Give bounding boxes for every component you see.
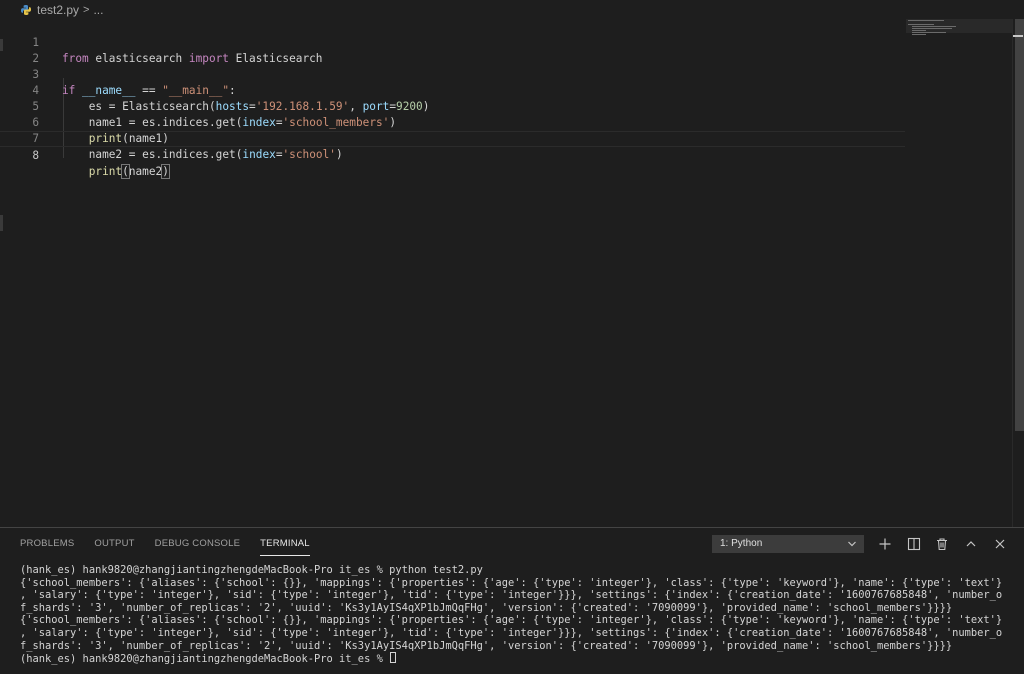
chevron-up-icon <box>966 541 976 547</box>
terminal-cursor <box>390 652 397 664</box>
tab-output[interactable]: OUTPUT <box>94 528 134 560</box>
token: . <box>208 148 216 161</box>
minimap-line <box>908 24 934 25</box>
vertical-scrollbar[interactable] <box>1012 19 1024 527</box>
folding-marker <box>0 215 3 231</box>
terminal-line: {'school_members': {'aliases': {'school'… <box>20 576 1003 589</box>
close-icon <box>995 539 1005 549</box>
minimap[interactable] <box>906 19 1012 527</box>
split-terminal-button[interactable] <box>904 534 924 554</box>
close-panel-button[interactable] <box>990 534 1010 554</box>
breadcrumb-file[interactable]: test2.py <box>37 3 79 17</box>
code-editor[interactable]: 1 from elasticsearch import Elasticsearc… <box>0 19 1024 527</box>
python-file-icon <box>21 5 31 15</box>
text-cursor <box>168 165 170 179</box>
token: = <box>275 148 283 161</box>
minimap-line <box>908 20 944 21</box>
line-number: 8 <box>32 149 39 162</box>
token: index <box>242 148 276 161</box>
code-line[interactable]: 7 name2 = es.indices.get(index='school') <box>0 115 905 161</box>
token: print <box>88 165 123 178</box>
tab-debug-console[interactable]: DEBUG CONSOLE <box>155 528 240 560</box>
token: 'school' <box>282 148 336 161</box>
code-line[interactable]: 4 es = Elasticsearch(hosts='192.168.1.59… <box>0 67 905 113</box>
code-line[interactable]: 5 name1 = es.indices.get(index='school_m… <box>0 83 905 129</box>
code-line[interactable]: 6 print(name1) <box>0 99 905 145</box>
breadcrumb: test2.py > ... <box>0 0 1024 20</box>
code-line[interactable]: 2 <box>0 35 905 65</box>
breadcrumb-separator: > <box>83 4 90 16</box>
code-line[interactable]: 3 if __name__ == "__main__": <box>0 51 905 97</box>
terminal-line: f_shards': '3', 'number_of_replicas': '2… <box>20 601 953 614</box>
code-line-active[interactable]: 8 print(name2) <box>0 131 905 179</box>
kill-terminal-button[interactable] <box>932 534 952 554</box>
minimap-line <box>912 26 956 27</box>
trash-icon <box>937 538 947 551</box>
terminal-selector[interactable]: 1: Python <box>712 535 864 553</box>
code-line[interactable]: 1 from elasticsearch import Elasticsearc… <box>0 19 905 65</box>
token: ( <box>121 164 130 179</box>
token: = <box>122 148 143 161</box>
terminal-line: f_shards': '3', 'number_of_replicas': '2… <box>20 639 953 652</box>
tab-terminal[interactable]: TERMINAL <box>260 528 310 560</box>
plus-icon <box>879 538 891 550</box>
token: ) <box>161 164 170 179</box>
overview-ruler-mark <box>1013 35 1023 37</box>
minimap-line <box>912 32 946 33</box>
token: ) <box>335 148 343 161</box>
breadcrumb-more[interactable]: ... <box>93 3 103 17</box>
scrollbar-thumb[interactable] <box>1015 19 1024 431</box>
panel-tabs: PROBLEMS OUTPUT DEBUG CONSOLE TERMINAL <box>20 528 330 560</box>
terminal-output[interactable]: (hank_es) hank9820@zhangjiantingzhengdeM… <box>20 564 1015 665</box>
token: get <box>215 148 236 161</box>
bottom-panel: PROBLEMS OUTPUT DEBUG CONSOLE TERMINAL 1… <box>0 527 1024 674</box>
terminal-line: , 'salary': {'type': 'integer'}, 'sid': … <box>20 589 1003 602</box>
terminal-line: {'school_members': {'aliases': {'school'… <box>20 614 1003 627</box>
token: es <box>142 148 156 161</box>
maximize-panel-button[interactable] <box>961 534 981 554</box>
terminal-line: (hank_es) hank9820@zhangjiantingzhengdeM… <box>20 564 483 576</box>
terminal-prompt: (hank_es) hank9820@zhangjiantingzhengdeM… <box>20 653 390 665</box>
terminal-line: , 'salary': {'type': 'integer'}, 'sid': … <box>20 626 1003 639</box>
minimap-line <box>912 28 952 29</box>
terminal-prompt-line[interactable]: (hank_es) hank9820@zhangjiantingzhengdeM… <box>20 652 1015 665</box>
split-icon <box>907 537 921 551</box>
new-terminal-button[interactable] <box>875 534 895 554</box>
minimap-line <box>912 34 926 35</box>
minimap-line <box>912 30 926 31</box>
chevron-down-icon <box>848 541 856 547</box>
token: name2 <box>128 165 163 178</box>
token: indices <box>162 148 209 161</box>
token: name2 <box>62 148 123 161</box>
tab-problems[interactable]: PROBLEMS <box>20 528 74 560</box>
terminal-selector-value: 1: Python <box>720 538 763 549</box>
